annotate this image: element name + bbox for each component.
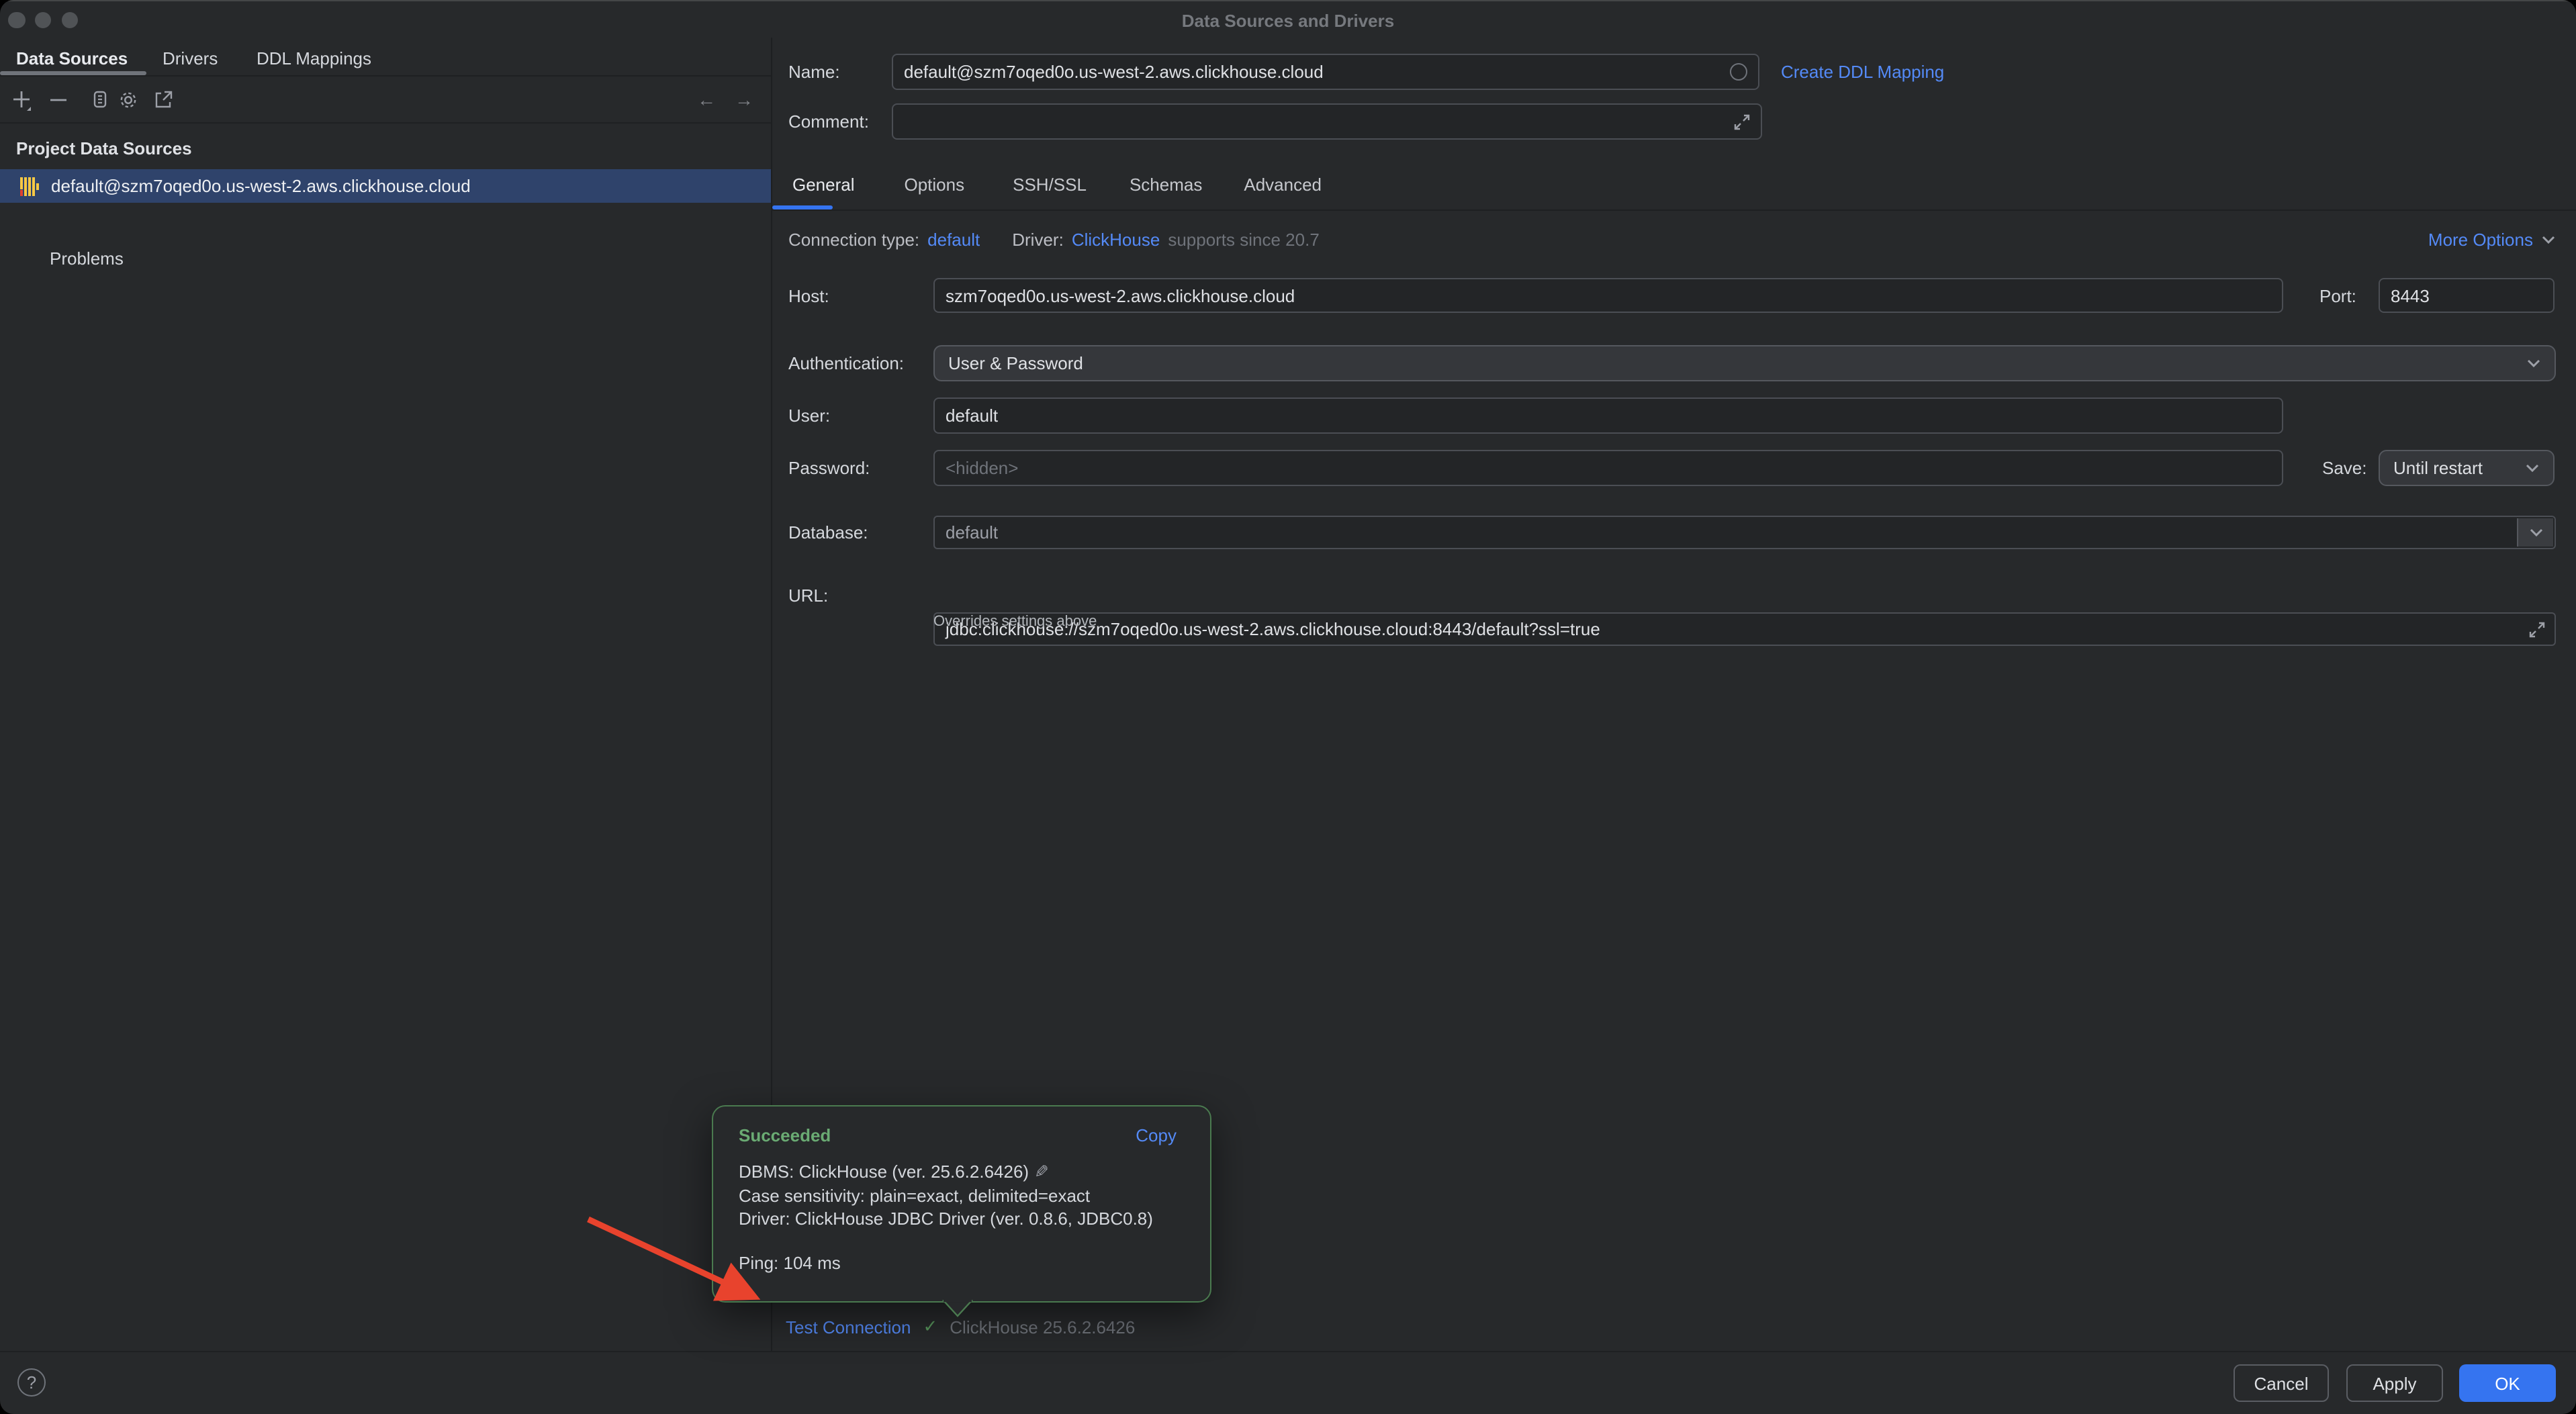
driver-label: Driver: [1012, 230, 1064, 250]
problems-label[interactable]: Problems [50, 248, 124, 269]
user-label: User: [788, 397, 830, 434]
name-refresh-indicator [1730, 63, 1747, 81]
copy-icon [89, 89, 111, 111]
port-label: Port: [2319, 278, 2356, 313]
save-select[interactable]: Until restart [2379, 450, 2555, 486]
save-value: Until restart [2393, 458, 2483, 478]
authentication-value: User & Password [948, 353, 1083, 373]
tabbar-divider [772, 209, 2576, 211]
database-combobox[interactable]: default [933, 516, 2556, 549]
name-input[interactable]: default@szm7oqed0o.us-west-2.aws.clickho… [892, 54, 1759, 90]
duplicate-button[interactable] [89, 89, 111, 111]
authentication-select[interactable]: User & Password [933, 345, 2556, 381]
chevron-down-icon [2525, 463, 2540, 473]
create-ddl-mapping-link[interactable]: Create DDL Mapping [1781, 54, 1944, 90]
left-tab-selected-underline [0, 71, 146, 75]
toolbar-divider [0, 122, 771, 124]
add-data-source-button[interactable] [11, 89, 34, 111]
port-input-value: 8443 [2391, 285, 2430, 305]
case-sensitivity-line: Case sensitivity: plain=exact, delimited… [739, 1184, 1183, 1207]
tab-schemas[interactable]: Schemas [1130, 175, 1202, 195]
host-input-value: szm7oqed0o.us-west-2.aws.clickhouse.clou… [946, 285, 1295, 305]
gear-icon [117, 89, 140, 111]
cancel-button[interactable]: Cancel [2234, 1364, 2329, 1402]
chevron-down-icon [2541, 235, 2556, 244]
port-input[interactable]: 8443 [2379, 278, 2555, 313]
copy-link[interactable]: Copy [1136, 1125, 1177, 1145]
apply-button[interactable]: Apply [2346, 1364, 2443, 1402]
connection-type-row: Connection type: default Driver: ClickHo… [788, 228, 1320, 251]
test-connection-result-popup: Succeeded Copy DBMS: ClickHouse (ver. 25… [712, 1105, 1211, 1303]
popup-caret [941, 1300, 974, 1319]
password-placeholder: <hidden> [946, 458, 1018, 478]
status-succeeded: Succeeded [739, 1125, 831, 1145]
data-source-list-item[interactable]: default@szm7oqed0o.us-west-2.aws.clickho… [0, 169, 771, 203]
main-tabbar: General Options SSH/SSL Schemas Advanced [792, 173, 1322, 196]
more-options[interactable]: More Options [2428, 228, 2556, 251]
plus-icon [11, 89, 34, 111]
tab-advanced[interactable]: Advanced [1244, 175, 1322, 195]
chevron-down-icon [2528, 528, 2543, 537]
more-options-link[interactable]: More Options [2428, 230, 2533, 250]
back-arrow-icon[interactable]: ← [697, 89, 716, 110]
data-source-name: default@szm7oqed0o.us-west-2.aws.clickho… [51, 176, 471, 196]
data-sources-dialog: Data Sources and Drivers Data Sources Dr… [0, 0, 2576, 1414]
minus-icon [47, 89, 70, 111]
comment-label: Comment: [788, 103, 869, 140]
driver-link[interactable]: ClickHouse [1072, 230, 1160, 250]
comment-input[interactable] [892, 103, 1762, 140]
tab-ddl-mappings[interactable]: DDL Mappings [257, 48, 371, 68]
url-note: Overrides settings above [933, 614, 1097, 630]
database-label: Database: [788, 516, 868, 549]
driver-note: supports since 20.7 [1168, 230, 1319, 250]
tab-data-sources[interactable]: Data Sources [16, 48, 128, 68]
database-value: default [946, 522, 998, 543]
tab-general[interactable]: General [792, 175, 855, 195]
expand-icon[interactable] [1734, 113, 1750, 130]
forward-arrow-icon[interactable]: → [735, 89, 753, 110]
export-button[interactable] [152, 89, 175, 111]
test-connection-link[interactable]: Test Connection [786, 1317, 911, 1337]
dbms-line: DBMS: ClickHouse (ver. 25.6.2.6426) ✎ [739, 1160, 1183, 1184]
titlebar: Data Sources and Drivers [0, 0, 2576, 38]
dialog-title: Data Sources and Drivers [0, 11, 2576, 31]
tab-ssh-ssl[interactable]: SSH/SSL [1013, 175, 1087, 195]
authentication-label: Authentication: [788, 345, 904, 381]
red-annotation-arrow [578, 1206, 782, 1316]
expand-icon[interactable] [2529, 622, 2545, 638]
open-in-new-icon [152, 89, 175, 111]
save-label: Save: [2322, 450, 2367, 486]
password-label: Password: [788, 450, 870, 486]
name-label: Name: [788, 54, 840, 90]
host-input[interactable]: szm7oqed0o.us-west-2.aws.clickhouse.clou… [933, 278, 2283, 313]
check-icon: ✓ [923, 1316, 937, 1337]
host-label: Host: [788, 278, 829, 313]
pencil-icon[interactable]: ✎ [1033, 1160, 1048, 1184]
clickhouse-icon [19, 175, 40, 197]
database-dropdown-button[interactable] [2517, 518, 2553, 547]
project-data-sources-header: Project Data Sources [16, 138, 192, 158]
password-input[interactable]: <hidden> [933, 450, 2283, 486]
help-button[interactable]: ? [17, 1368, 46, 1397]
tab-options[interactable]: Options [905, 175, 965, 195]
connection-type-label: Connection type: [788, 230, 919, 250]
chevron-down-icon [2526, 359, 2541, 368]
remove-data-source-button[interactable] [47, 89, 70, 111]
user-input[interactable]: default [933, 397, 2283, 434]
url-label: URL: [788, 579, 828, 612]
ping-line: Ping: 104 ms [739, 1251, 1183, 1274]
driver-line: Driver: ClickHouse JDBC Driver (ver. 0.8… [739, 1207, 1183, 1231]
connection-type-link[interactable]: default [927, 230, 980, 250]
footer-divider [0, 1351, 2576, 1352]
test-connection-status: ClickHouse 25.6.2.6426 [950, 1317, 1135, 1337]
name-input-value: default@szm7oqed0o.us-west-2.aws.clickho… [904, 62, 1324, 82]
ok-button[interactable]: OK [2459, 1364, 2556, 1402]
settings-button[interactable] [117, 89, 140, 111]
user-input-value: default [946, 406, 998, 426]
url-input[interactable]: jdbc:clickhouse://szm7oqed0o.us-west-2.a… [933, 612, 2556, 646]
tab-drivers[interactable]: Drivers [163, 48, 218, 68]
